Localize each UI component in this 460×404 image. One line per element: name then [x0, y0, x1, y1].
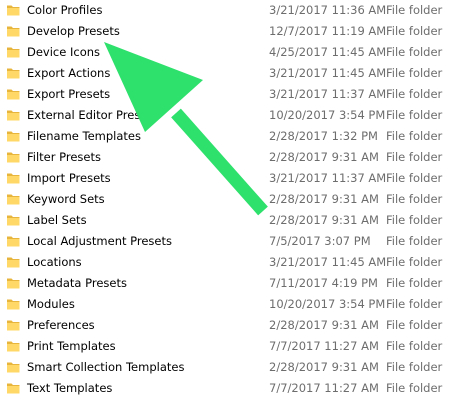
date-modified: 3/21/2017 11:36 AM [269, 3, 387, 17]
folder-icon [6, 129, 21, 143]
date-modified: 2/28/2017 9:31 AM [269, 213, 379, 227]
date-modified: 7/7/2017 11:27 AM [269, 339, 379, 353]
date-modified: 4/25/2017 11:45 AM [269, 45, 387, 59]
date-modified: 7/7/2017 11:27 AM [269, 381, 379, 395]
folder-icon [6, 381, 21, 395]
folder-icon [6, 234, 21, 248]
file-name: Filename Templates [27, 129, 141, 143]
file-name: Import Presets [27, 171, 111, 185]
folder-icon [6, 150, 21, 164]
file-row[interactable]: Label Sets 2/28/2017 9:31 AM File folder [0, 210, 460, 231]
file-name: Local Adjustment Presets [27, 234, 172, 248]
folder-icon [6, 213, 21, 227]
folder-icon [6, 87, 21, 101]
folder-icon [6, 108, 21, 122]
file-name: Print Templates [27, 339, 116, 353]
folder-icon [6, 192, 21, 206]
folder-icon [6, 45, 21, 59]
file-type: File folder [386, 24, 443, 38]
folder-icon [6, 255, 21, 269]
file-type: File folder [386, 192, 443, 206]
file-name: External Editor Presets [27, 108, 158, 122]
file-name: Preferences [27, 318, 95, 332]
folder-icon [6, 171, 21, 185]
file-row[interactable]: Metadata Presets 7/11/2017 4:19 PM File fo… [0, 273, 460, 294]
date-modified: 3/21/2017 11:37 AM [269, 171, 387, 185]
folder-icon [6, 318, 21, 332]
folder-icon [6, 66, 21, 80]
file-row[interactable]: Export Actions 3/21/2017 11:45 AM File fol… [0, 63, 460, 84]
file-type: File folder [386, 108, 443, 122]
file-row[interactable]: Preferences 2/28/2017 9:31 AM File folder [0, 315, 460, 336]
date-modified: 2/28/2017 1:32 PM [269, 129, 378, 143]
folder-icon [6, 24, 21, 38]
date-modified: 10/20/2017 3:54 PM [269, 108, 386, 122]
file-type: File folder [386, 66, 443, 80]
file-name: Device Icons [27, 45, 101, 59]
file-row[interactable]: Develop Presets 12/7/2017 11:19 AM File fo… [0, 21, 460, 42]
file-type: File folder [386, 171, 443, 185]
file-row[interactable]: Filter Presets 2/28/2017 9:31 AM File fold… [0, 147, 460, 168]
date-modified: 2/28/2017 9:31 AM [269, 192, 379, 206]
date-modified: 10/20/2017 3:54 PM [269, 297, 386, 311]
file-name: Color Profiles [27, 3, 103, 17]
file-type: File folder [386, 381, 443, 395]
file-row[interactable]: Modules 10/20/2017 3:54 PM File folder [0, 294, 460, 315]
date-modified: 3/21/2017 11:37 AM [269, 87, 387, 101]
file-name: Label Sets [27, 213, 87, 227]
file-list: Color Profiles 3/21/2017 11:36 AM File fol… [0, 0, 460, 404]
file-type: File folder [386, 297, 443, 311]
file-name: Develop Presets [27, 24, 120, 38]
date-modified: 2/28/2017 9:31 AM [269, 318, 379, 332]
file-row[interactable]: Print Templates 7/7/2017 11:27 AM File fol… [0, 336, 460, 357]
file-type: File folder [386, 276, 443, 290]
file-row[interactable]: Keyword Sets 2/28/2017 9:31 AM File folder [0, 189, 460, 210]
date-modified: 3/21/2017 11:45 AM [269, 66, 387, 80]
file-type: File folder [386, 3, 443, 17]
file-row[interactable]: Export Presets 3/21/2017 11:37 AM File fol… [0, 84, 460, 105]
date-modified: 2/28/2017 9:31 AM [269, 150, 379, 164]
folder-icon [6, 339, 21, 353]
folder-icon [6, 297, 21, 311]
file-type: File folder [386, 87, 443, 101]
file-name: Text Templates [27, 381, 113, 395]
file-type: File folder [386, 213, 443, 227]
file-name: Filter Presets [27, 150, 101, 164]
file-row[interactable]: Filename Templates 2/28/2017 1:32 PM File … [0, 126, 460, 147]
file-name: Export Actions [27, 66, 111, 80]
file-name: Smart Collection Templates [27, 360, 185, 374]
date-modified: 7/11/2017 4:19 PM [269, 276, 378, 290]
file-row[interactable]: External Editor Presets 10/20/2017 3:54 P… [0, 105, 460, 126]
date-modified: 3/21/2017 11:45 AM [269, 255, 387, 269]
file-name: Export Presets [27, 87, 111, 101]
file-type: File folder [386, 150, 443, 164]
folder-icon [6, 276, 21, 290]
file-row[interactable]: Locations 3/21/2017 11:45 AM File folder [0, 252, 460, 273]
file-type: File folder [386, 318, 443, 332]
file-row[interactable]: Smart Collection Templates 2/28/2017 9:31… [0, 357, 460, 378]
file-row[interactable]: Device Icons 4/25/2017 11:45 AM File folde… [0, 42, 460, 63]
file-type: File folder [386, 255, 443, 269]
file-row[interactable]: Text Templates 7/7/2017 11:27 AM File fold… [0, 378, 460, 399]
file-name: Locations [27, 255, 82, 269]
file-type: File folder [386, 339, 443, 353]
file-name: Modules [27, 297, 75, 311]
folder-icon [6, 360, 21, 374]
date-modified: 7/5/2017 3:07 PM [269, 234, 371, 248]
date-modified: 12/7/2017 11:19 AM [269, 24, 387, 38]
file-row[interactable]: Local Adjustment Presets 7/5/2017 3:07 PM… [0, 231, 460, 252]
file-row[interactable]: Import Presets 3/21/2017 11:37 AM File fol… [0, 168, 460, 189]
file-type: File folder [386, 234, 443, 248]
file-type: File folder [386, 45, 443, 59]
folder-icon [6, 3, 21, 17]
date-modified: 2/28/2017 9:31 AM [269, 360, 379, 374]
file-type: File folder [386, 360, 443, 374]
file-name: Metadata Presets [27, 276, 127, 290]
file-type: File folder [386, 129, 443, 143]
file-name: Keyword Sets [27, 192, 105, 206]
file-row[interactable]: Color Profiles 3/21/2017 11:36 AM File fol… [0, 0, 460, 21]
